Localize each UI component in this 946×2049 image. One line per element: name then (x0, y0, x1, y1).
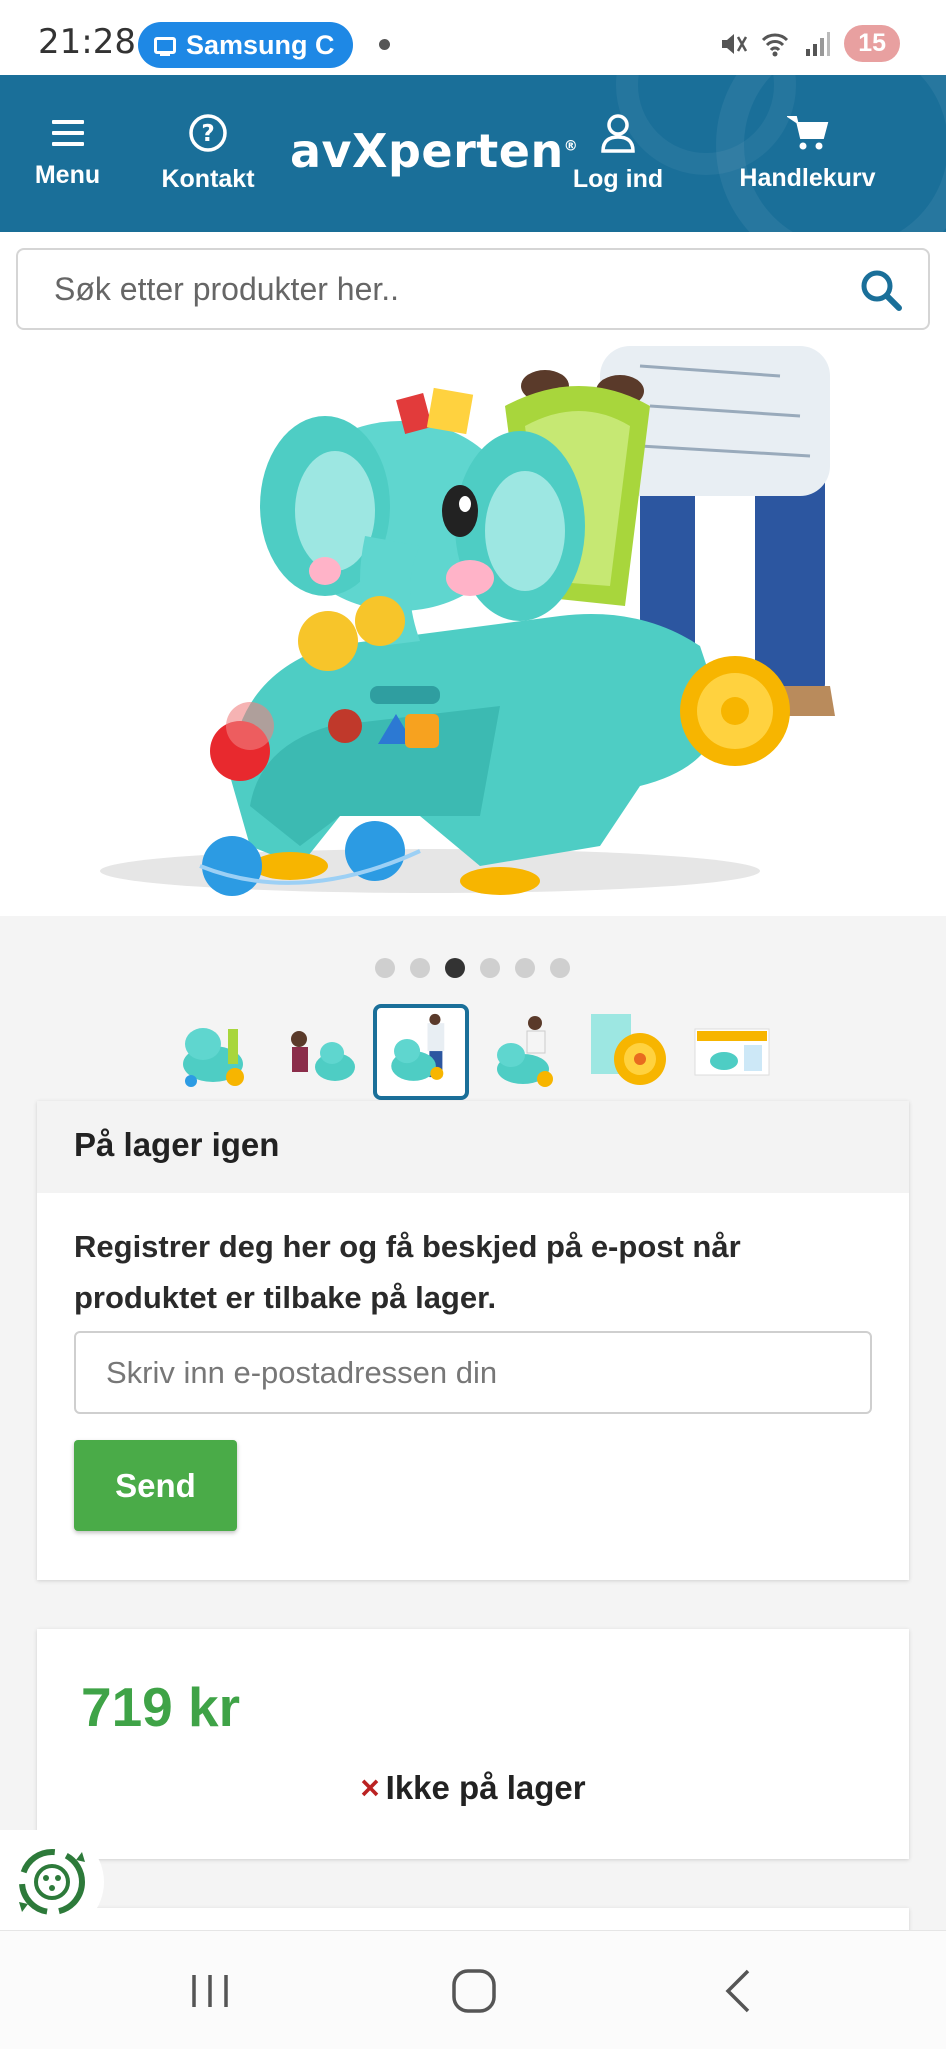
product-image[interactable] (0, 346, 946, 916)
cart-label: Handlekurv (739, 164, 876, 192)
out-of-stock-icon: × (360, 1769, 380, 1806)
search-box (16, 248, 930, 330)
thumbnail-image (591, 1014, 666, 1085)
user-icon (601, 114, 635, 153)
thumbnail-image (694, 1028, 770, 1076)
cart-button[interactable]: Handlekurv (735, 75, 880, 232)
home-icon[interactable] (444, 1961, 504, 2021)
thumbnail-5[interactable] (580, 1004, 676, 1100)
search-input[interactable] (54, 250, 834, 328)
gallery-dot-5[interactable] (515, 958, 535, 978)
menu-label: Menu (34, 161, 101, 189)
thumbnail-2[interactable] (272, 1004, 368, 1100)
logo-text: avXperten (290, 124, 564, 178)
battery-badge: 15 (844, 25, 900, 62)
elephant-walker-image (100, 346, 835, 896)
search-icon[interactable] (858, 267, 904, 313)
menu-button[interactable]: Menu (30, 75, 105, 232)
contact-label: Kontakt (161, 165, 255, 193)
stock-status: × Ikke på lager (37, 1769, 909, 1807)
gallery-dot-2[interactable] (410, 958, 430, 978)
svg-text:?: ? (201, 121, 214, 147)
thumbnail-1[interactable] (168, 1004, 264, 1100)
status-icons: 15 (718, 25, 900, 62)
gallery-dot-6[interactable] (550, 958, 570, 978)
signal-icon (806, 31, 831, 56)
send-button[interactable]: Send (74, 1440, 237, 1531)
cart-icon (786, 116, 828, 150)
notification-dot (379, 39, 390, 50)
stock-status-label: Ikke på lager (385, 1769, 586, 1806)
site-header: Menu ? Kontakt avXperten® Log ind Handle… (0, 75, 946, 232)
recent-apps-icon[interactable] (180, 1961, 240, 2021)
wifi-icon (762, 33, 789, 56)
price-card: 719 kr × Ikke på lager (37, 1629, 909, 1859)
restock-title: På lager igen (37, 1101, 909, 1193)
back-icon[interactable] (708, 1961, 768, 2021)
login-button[interactable]: Log ind (568, 75, 668, 232)
status-time: 21:28 (38, 22, 136, 62)
thumbnail-6[interactable] (684, 1004, 780, 1100)
thumbnail-image (291, 1031, 355, 1081)
thumbnail-image (183, 1028, 244, 1087)
status-bar: 21:28 Samsung C 15 (0, 0, 946, 75)
restock-description: Registrer deg her og få beskjed på e-pos… (74, 1229, 741, 1315)
recycle-badge-icon (19, 1849, 85, 1915)
thumbnail-strip (0, 1004, 946, 1102)
thumbnail-3[interactable] (373, 1004, 469, 1100)
gallery-dot-3[interactable] (445, 958, 465, 978)
email-field[interactable] (74, 1331, 872, 1414)
login-label: Log ind (572, 165, 664, 193)
system-nav-bar (0, 1930, 946, 2049)
product-price: 719 kr (81, 1676, 241, 1738)
help-icon: ? (189, 114, 227, 152)
thumbnail-image (497, 1016, 553, 1087)
gallery-dots-inner (375, 958, 570, 978)
mute-icon (722, 33, 748, 54)
notification-pill-label: Samsung C (186, 29, 335, 60)
contact-button[interactable]: ? Kontakt (158, 75, 258, 232)
gallery-dot-4[interactable] (480, 958, 500, 978)
thumbnail-4[interactable] (478, 1004, 574, 1100)
floating-widget-button[interactable] (0, 1830, 104, 1934)
search-bar (0, 232, 946, 346)
gallery-dot-1[interactable] (375, 958, 395, 978)
notification-pill[interactable]: Samsung C (138, 22, 353, 68)
hamburger-icon (51, 120, 84, 146)
restock-card: På lager igen Registrer deg her og få be… (37, 1101, 909, 1580)
site-logo[interactable]: avXperten® (290, 124, 578, 178)
thumbnail-image (391, 1013, 445, 1081)
screen-share-icon (154, 36, 176, 56)
